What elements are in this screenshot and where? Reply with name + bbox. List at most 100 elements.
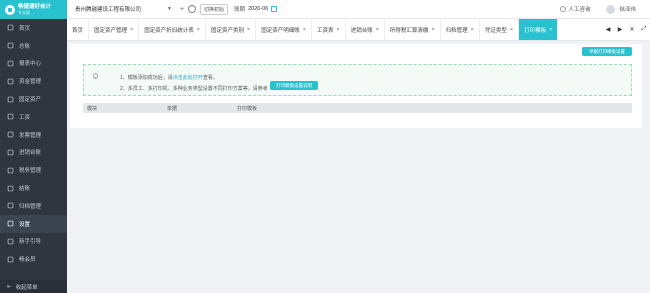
- close-tab-icon[interactable]: ×: [431, 27, 434, 33]
- sidebar-item-member[interactable]: 畅会员: [0, 250, 67, 268]
- notice-box: 1、模板添加成功后，请点击此处打开查看。 2、多员工、多打印机、多种业务类型设置…: [83, 64, 632, 96]
- tab-label: 固定资产管理: [94, 27, 128, 34]
- period-value[interactable]: 2020-06: [248, 6, 268, 12]
- tab-8[interactable]: 归档管理 ×: [441, 19, 480, 40]
- sidebar-item-asset[interactable]: 固定资产: [0, 90, 67, 108]
- close-tab-icon[interactable]: ×: [336, 27, 339, 33]
- sidebar: 畅捷通好会计 专业版 首页总账报表中心资金管理固定资产工资发票管理进销台账税务管…: [0, 0, 67, 293]
- tab-label: 固定资产类别: [210, 27, 244, 34]
- close-tab-icon[interactable]: ×: [376, 27, 379, 33]
- stock-icon: [7, 149, 14, 156]
- sidebar-item-invoice[interactable]: 发票管理: [0, 126, 67, 144]
- tab-label: 进销台账: [350, 27, 373, 34]
- tab-scroll-left-icon[interactable]: ◀: [602, 26, 614, 33]
- period-label: 账期: [234, 7, 246, 13]
- print-template-settings-button[interactable]: 单据打印模板设置: [582, 47, 632, 56]
- sidebar-item-label: 畅会员: [19, 257, 36, 264]
- sidebar-item-money[interactable]: 资金管理: [0, 72, 67, 90]
- sidebar-item-label: 工资: [19, 114, 31, 121]
- tab-scroll-right-icon[interactable]: ▶: [614, 26, 626, 33]
- tab-0[interactable]: 首页: [67, 19, 90, 40]
- tab-4[interactable]: 固定资产明细账 ×: [256, 19, 312, 40]
- home-icon: [7, 24, 14, 31]
- avatar: [606, 4, 616, 14]
- template-howto-button[interactable]: 打印模板设置说明: [270, 81, 318, 90]
- brand-logo-icon: [5, 4, 15, 15]
- archive-icon: [7, 202, 14, 209]
- customer-service-button[interactable]: 人工咨询: [560, 5, 590, 13]
- sidebar-item-home[interactable]: 首页: [0, 19, 67, 37]
- tab-bar: 首页 固定资产管理 × 固定资产折旧统计表 × 固定资产类别 × 固定资产明细账 × 工资表 × 进销…: [67, 19, 650, 41]
- lightbulb-icon: [93, 73, 98, 79]
- close-tab-icon[interactable]: ×: [197, 27, 200, 33]
- brand[interactable]: 畅捷通好会计 专业版: [0, 0, 67, 19]
- tab-5[interactable]: 工资表 ×: [312, 19, 346, 40]
- tab-2[interactable]: 固定资产折旧统计表 ×: [139, 19, 206, 40]
- switch-init-button[interactable]: 切换初始: [200, 3, 229, 15]
- close-book-icon: [7, 185, 14, 192]
- close-tab-icon[interactable]: ×: [130, 27, 133, 33]
- collapse-menu-button[interactable]: ⇤ 收起菜单: [0, 280, 67, 293]
- close-tab-icon[interactable]: ×: [510, 27, 513, 33]
- sidebar-item-label: 新手引导: [19, 239, 42, 246]
- asset-icon: [7, 96, 14, 103]
- sidebar-item-archive[interactable]: 归档管理: [0, 197, 67, 215]
- column-header-module: 模块: [87, 105, 98, 112]
- sidebar-item-salary[interactable]: 工资: [0, 108, 67, 126]
- tab-9[interactable]: 凭证类型 ×: [480, 19, 520, 40]
- tab-navigation: ◀ ▶ ✕ ⤢: [602, 19, 650, 40]
- tab-1[interactable]: 固定资产管理 ×: [89, 19, 140, 40]
- table-header: 模块 单据 打印模板: [83, 103, 632, 113]
- sidebar-item-label: 总账: [19, 43, 31, 50]
- tab-label: 固定资产折旧统计表: [144, 27, 194, 34]
- member-icon: [7, 256, 14, 263]
- company-name: 贵州腾越建设工程有限公司: [75, 7, 142, 13]
- close-tab-icon[interactable]: ×: [303, 27, 306, 33]
- tab-3[interactable]: 固定资产类别 ×: [206, 19, 257, 40]
- headset-icon: [560, 6, 567, 12]
- sidebar-item-label: 发票管理: [19, 132, 42, 139]
- open-here-link[interactable]: 点击此处打开: [173, 75, 203, 81]
- app-root: 畅捷通好会计 专业版 首页 总账 报表中心 资金管理 固定资产 工资 发票管理 进销台账 税务管…: [0, 0, 650, 293]
- tab-label: 固定资产明细账: [261, 27, 300, 34]
- top-header: 贵州腾越建设工程有限公司 ▼ + 切换初始 账期 2020-06 人工咨询 徐泽…: [67, 0, 650, 19]
- sidebar-item-ledger[interactable]: 总账: [0, 37, 67, 55]
- sidebar-item-label: 首页: [19, 25, 31, 32]
- sidebar-item-tax[interactable]: 税务管理: [0, 161, 67, 179]
- notice-line-2: 2、多员工、多打印机、多种业务类型设置不同打印方案等，请参考: [120, 86, 268, 92]
- sidebar-item-label: 进销台账: [19, 150, 42, 157]
- sidebar-item-label: 资金管理: [19, 79, 42, 86]
- sidebar-item-label: 设置: [19, 221, 31, 228]
- close-tab-icon[interactable]: ×: [471, 27, 474, 33]
- report-icon: [7, 60, 14, 67]
- tab-7[interactable]: 所得税汇算清缴 ×: [385, 19, 441, 40]
- user-name: 徐泽伟: [619, 7, 636, 13]
- add-icon[interactable]: +: [180, 6, 184, 13]
- expand-icon[interactable]: ⤢: [638, 26, 650, 33]
- sidebar-item-stock[interactable]: 进销台账: [0, 144, 67, 162]
- close-tab-icon[interactable]: ×: [549, 27, 552, 33]
- column-header-document: 单据: [167, 105, 178, 112]
- sidebar-item-settings[interactable]: 设置: [0, 214, 67, 233]
- close-all-tabs-icon[interactable]: ✕: [626, 26, 638, 33]
- calendar-icon[interactable]: [271, 6, 278, 12]
- user-menu[interactable]: 徐泽伟: [606, 4, 636, 14]
- tab-6[interactable]: 进销台账 ×: [346, 19, 385, 40]
- sidebar-item-close-book[interactable]: 结账: [0, 179, 67, 197]
- tab-10[interactable]: 打印模板 ×: [519, 19, 559, 40]
- tab-label: 工资表: [316, 27, 334, 34]
- close-tab-icon[interactable]: ×: [247, 27, 250, 33]
- company-selector[interactable]: 贵州腾越建设工程有限公司: [75, 5, 165, 13]
- sidebar-menu: 首页总账报表中心资金管理固定资产工资发票管理进销台账税务管理结账 归档管理设置新手…: [0, 19, 67, 268]
- sidebar-item-report[interactable]: 报表中心: [0, 55, 67, 73]
- brand-subtitle: 专业版: [18, 9, 30, 15]
- tab-label: 归档管理: [445, 27, 468, 34]
- tab-label: 打印模板: [524, 27, 547, 34]
- settings-circle-icon[interactable]: [188, 5, 197, 13]
- chevron-down-icon[interactable]: ▼: [167, 6, 172, 12]
- collapse-label: 收起菜单: [15, 284, 38, 291]
- sidebar-item-label: 税务管理: [19, 168, 42, 175]
- collapse-icon: ⇤: [7, 283, 12, 290]
- sidebar-item-guide[interactable]: 新手引导: [0, 233, 67, 251]
- guide-icon: [7, 238, 14, 245]
